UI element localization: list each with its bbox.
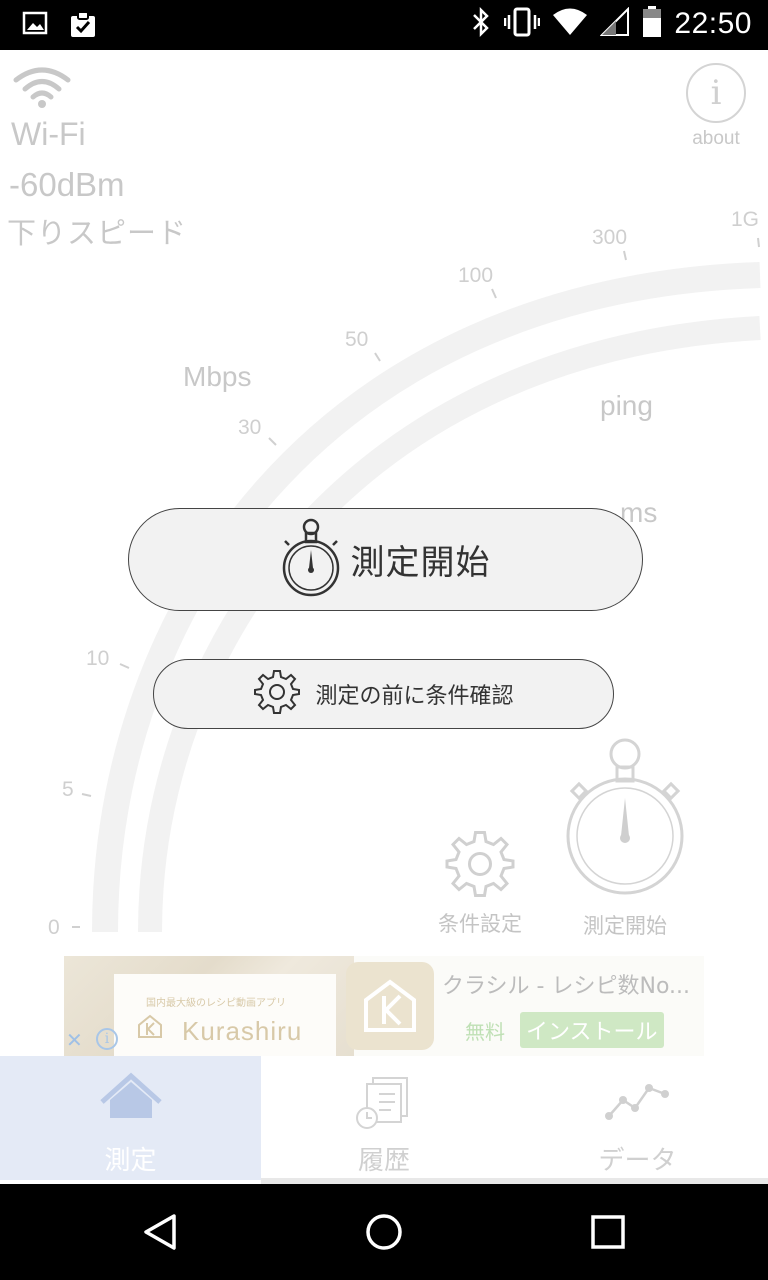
gauge-label-1g: 1G (731, 208, 759, 231)
stopwatch-icon (566, 738, 684, 895)
wifi-signal-icon (12, 66, 72, 112)
gauge-tick-50 (374, 352, 381, 362)
conditions-shortcut[interactable]: 条件設定 (430, 828, 530, 938)
conditions-shortcut-label: 条件設定 (438, 912, 522, 936)
cell-signal-icon (600, 6, 630, 41)
history-icon (356, 1077, 408, 1129)
gear-icon (253, 668, 301, 720)
status-time: 22:50 (674, 7, 752, 40)
tab-history-label: 履歴 (357, 1146, 410, 1176)
clipboard-check-icon (68, 10, 98, 44)
gauge-label-300: 300 (592, 226, 627, 249)
tab-history[interactable]: 履歴 (261, 1056, 507, 1180)
recents-icon[interactable] (586, 1210, 630, 1254)
status-bar-right: 22:50 (470, 6, 752, 42)
about-label[interactable]: about (684, 128, 748, 150)
check-conditions-button[interactable]: 測定の前に条件確認 (153, 659, 614, 729)
measure-direction: 下りスピード (7, 216, 188, 250)
ad-app-tagline: 国内最大級のレシピ動画アプリ (146, 998, 286, 1009)
start-shortcut-label: 測定開始 (583, 914, 667, 938)
start-shortcut[interactable]: 測定開始 (560, 736, 690, 940)
status-bar-left (22, 10, 98, 44)
home-circle-icon[interactable] (362, 1210, 406, 1254)
chart-line-icon (604, 1084, 669, 1120)
battery-icon (642, 6, 662, 42)
ad-install-button[interactable]: インストール (520, 1012, 664, 1048)
gauge-label-0: 0 (48, 916, 60, 939)
app-screen: 22:50 0 5 10 30 50 100 300 1G Wi-Fi -60d… (0, 0, 768, 1280)
tab-data-label: データ (598, 1146, 677, 1176)
info-icon: i (710, 73, 722, 113)
kurashiru-logo-icon (138, 1014, 162, 1038)
ad-app-icon (346, 962, 434, 1050)
gauge-tick-10 (119, 663, 130, 669)
tab-data[interactable]: データ (507, 1056, 768, 1180)
measure-screen: 0 5 10 30 50 100 300 1G Wi-Fi -60dBm 下りス… (0, 50, 768, 1055)
ad-price: 無料 (465, 1020, 505, 1044)
gauge-tick-5 (81, 793, 92, 797)
gauge-label-10: 10 (86, 647, 109, 670)
bluetooth-icon (470, 6, 492, 42)
ad-title: クラシル - レシピ数No... (442, 974, 690, 999)
gauge-tick-30 (268, 437, 277, 446)
speed-unit: Mbps (183, 361, 252, 392)
gauge-tick-1g (757, 237, 760, 248)
system-nav-bar (0, 1184, 768, 1280)
ping-label: ping (600, 390, 653, 421)
ad-banner[interactable]: 国内最大級のレシピ動画アプリ Kurashiru クラシル - レシピ数No..… (64, 956, 704, 1056)
bottom-tab-bar: 測定 履歴 データ (0, 1056, 768, 1184)
wifi-icon (552, 8, 588, 40)
gauge-label-100: 100 (458, 264, 493, 287)
vibrate-icon (504, 7, 541, 41)
gauge-label-50: 50 (345, 328, 368, 351)
image-icon (22, 10, 48, 44)
gauge-tick-100 (491, 288, 497, 299)
ad-close-icon[interactable]: ✕ (66, 1028, 83, 1052)
status-bar: 22:50 (0, 0, 768, 50)
about-button[interactable]: i (686, 63, 746, 123)
ad-info-icon[interactable]: i (96, 1028, 118, 1050)
gear-icon (445, 831, 515, 897)
start-measure-label: 測定開始 (350, 543, 491, 583)
gauge-label-30: 30 (238, 416, 261, 439)
back-icon[interactable] (138, 1210, 182, 1254)
stopwatch-icon (281, 518, 341, 602)
tab-measure-label: 測定 (104, 1146, 157, 1176)
signal-strength: -60dBm (9, 166, 125, 203)
ad-brand-name: Kurashiru (182, 1016, 303, 1046)
start-measure-button[interactable]: 測定開始 (128, 508, 643, 611)
tab-measure[interactable]: 測定 (0, 1056, 261, 1180)
gauge-tick-300 (623, 250, 627, 261)
gauge-label-5: 5 (62, 778, 74, 801)
network-type: Wi-Fi (11, 116, 86, 152)
home-icon (99, 1072, 162, 1118)
check-conditions-label: 測定の前に条件確認 (315, 684, 514, 709)
